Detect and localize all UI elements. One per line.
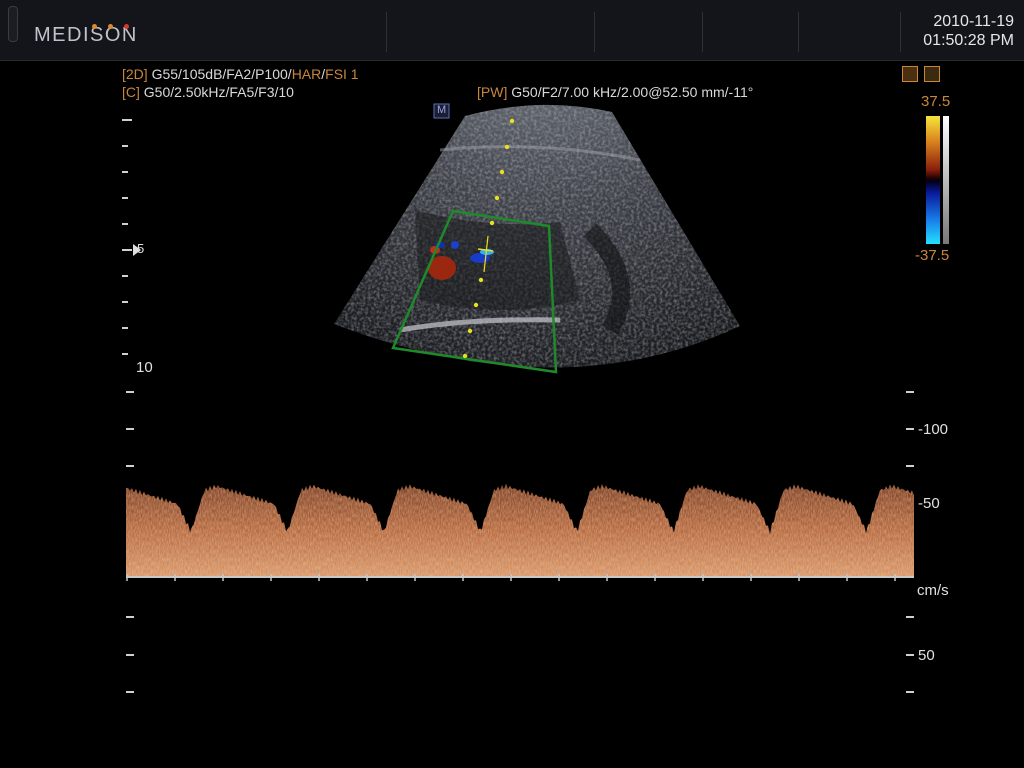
- depth-tick: [122, 249, 132, 251]
- spectrum-tick: [906, 391, 914, 393]
- depth-tick: [122, 327, 128, 329]
- spectrum-tick: [906, 428, 914, 430]
- colorbar-min: -37.5: [915, 247, 950, 264]
- ultrasound-image: [334, 103, 740, 374]
- depth-tick: [122, 119, 132, 121]
- spectrum-tick: [126, 465, 134, 467]
- depth-label-10: 10: [136, 359, 153, 376]
- spectrum-tick: [906, 691, 914, 693]
- spectrum-tick: [906, 654, 914, 656]
- depth-tick: [122, 223, 128, 225]
- color-scale-gray: [943, 116, 949, 244]
- spectrum-tick: [126, 391, 134, 393]
- spectrum-tick: [906, 465, 914, 467]
- velocity-label-50: 50: [918, 647, 935, 664]
- depth-tick: [122, 145, 128, 147]
- velocity-label-neg100: -100: [918, 421, 949, 438]
- depth-tick: [122, 301, 128, 303]
- spectrum-tick: [906, 616, 914, 618]
- depth-tick: [122, 353, 128, 355]
- spectrum-tick: [126, 691, 134, 693]
- color-scale-bar: [926, 116, 940, 244]
- spectrum-tick: [126, 428, 134, 430]
- m-marker: M: [437, 104, 447, 116]
- velocity-label-neg50: -50: [918, 495, 940, 512]
- velocity-unit: cm/s: [917, 582, 949, 599]
- depth-label-5: 5: [137, 241, 145, 256]
- color-flow-blue: [451, 241, 459, 249]
- depth-tick: [122, 197, 128, 199]
- colorbar-max: 37.5: [921, 93, 951, 110]
- spectrum-tick: [126, 654, 134, 656]
- doppler-spectrum: [126, 483, 914, 581]
- depth-tick: [122, 171, 128, 173]
- spectrum-tick: [126, 616, 134, 618]
- depth-tick: [122, 275, 128, 277]
